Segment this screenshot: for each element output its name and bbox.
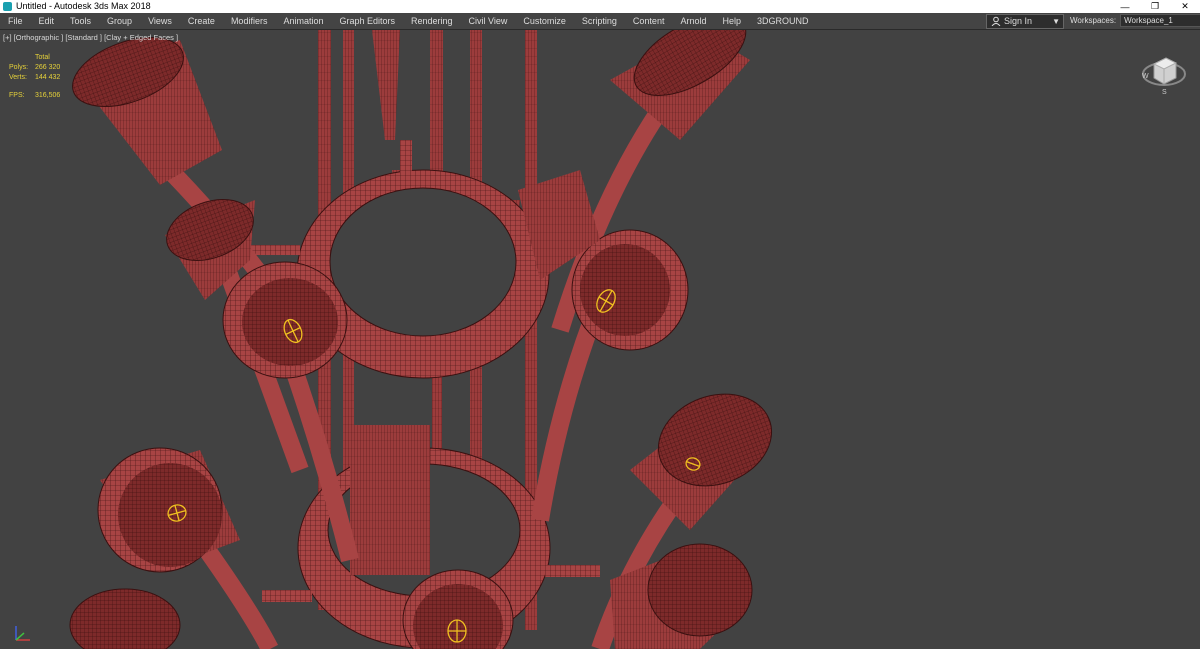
workspaces-label: Workspaces: [1070, 16, 1117, 25]
restore-button[interactable]: ❐ [1140, 0, 1170, 13]
sign-in-dropdown[interactable]: Sign In ▼ [986, 14, 1064, 29]
menu-group[interactable]: Group [99, 13, 140, 29]
sign-in-label: Sign In [1004, 16, 1033, 26]
menu-help[interactable]: Help [714, 13, 749, 29]
viewport-label[interactable]: [+] [Orthographic ] [Standard ] [Clay + … [3, 33, 178, 42]
stats-total-label: Total [35, 54, 50, 61]
menu-rendering[interactable]: Rendering [403, 13, 461, 29]
workspaces: Workspaces: Workspace_1 [1070, 14, 1200, 27]
menu-arnold[interactable]: Arnold [672, 13, 714, 29]
title-bar: Untitled - Autodesk 3ds Max 2018 — ❐ ✕ [0, 0, 1200, 13]
fps-value: 316,506 [35, 92, 61, 99]
close-button[interactable]: ✕ [1170, 0, 1200, 13]
svg-text:S: S [1162, 89, 1167, 96]
viewport[interactable]: [+] [Orthographic ] [Standard ] [Clay + … [0, 30, 1200, 649]
menu-file[interactable]: File [0, 13, 31, 29]
stats-verts: Verts: 144 432 [9, 74, 61, 81]
menu-edit[interactable]: Edit [31, 13, 63, 29]
app-icon [3, 2, 12, 11]
window-title: Untitled - Autodesk 3ds Max 2018 [16, 1, 151, 11]
menu-modifiers[interactable]: Modifiers [223, 13, 276, 29]
menu-bar: File Edit Tools Group Views Create Modif… [0, 13, 1200, 30]
window-controls: — ❐ ✕ [1110, 0, 1200, 13]
workspace-select[interactable]: Workspace_1 [1120, 14, 1200, 27]
menu-civil-view[interactable]: Civil View [461, 13, 516, 29]
bulb-bottom-center [447, 619, 467, 643]
scene-render[interactable] [0, 30, 1200, 649]
minimize-button[interactable]: — [1110, 0, 1140, 13]
menu-3dground[interactable]: 3DGROUND [749, 13, 817, 29]
menu-scripting[interactable]: Scripting [574, 13, 625, 29]
menu-create[interactable]: Create [180, 13, 223, 29]
svg-text:W: W [1142, 73, 1149, 80]
menu-views[interactable]: Views [140, 13, 180, 29]
menu-tools[interactable]: Tools [62, 13, 99, 29]
menu-animation[interactable]: Animation [275, 13, 331, 29]
chevron-down-icon: ▼ [1052, 17, 1060, 26]
menu-content[interactable]: Content [625, 13, 673, 29]
axis-tripod-icon [10, 618, 40, 646]
polys-value: 266 320 [35, 64, 61, 71]
menu-list: File Edit Tools Group Views Create Modif… [0, 13, 817, 29]
stats-polys: Polys: 266 320 [9, 64, 61, 71]
scene-statistics: Total Polys: 266 320 Verts: 144 432 FPS:… [9, 53, 60, 101]
menu-customize[interactable]: Customize [515, 13, 574, 29]
viewcube-icon: W S [1142, 57, 1186, 96]
user-icon [991, 16, 1001, 26]
menu-graph-editors[interactable]: Graph Editors [331, 13, 403, 29]
viewcube[interactable]: W S [1140, 50, 1188, 96]
stats-fps: FPS: 316,506 [9, 92, 61, 99]
verts-value: 144 432 [35, 74, 61, 81]
